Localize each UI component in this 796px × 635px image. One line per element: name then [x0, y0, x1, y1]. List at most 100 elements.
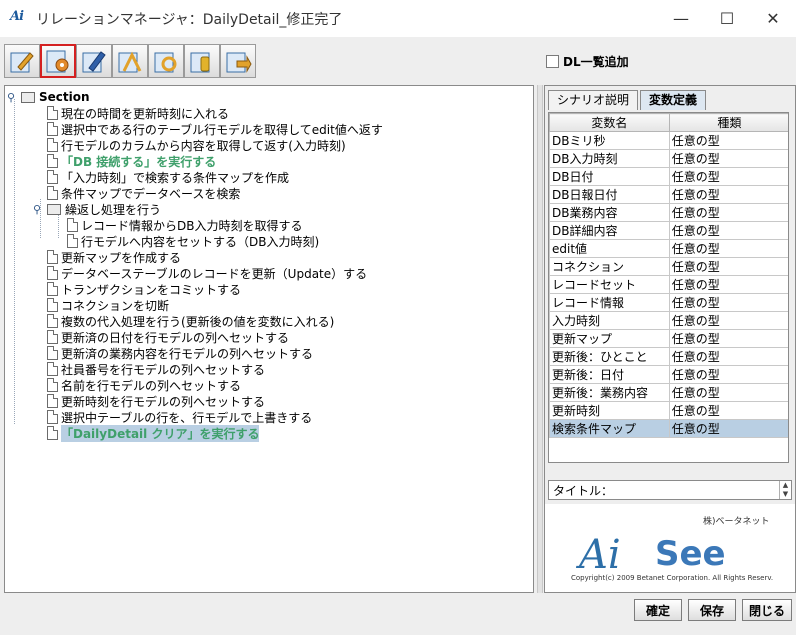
toolbar-edit-button[interactable] [4, 44, 40, 78]
document-icon [47, 314, 58, 328]
toolbar-book-edit-button[interactable] [76, 44, 112, 78]
book-edit-icon [82, 51, 106, 73]
scenario-tree[interactable]: ⚲ Section 現在の時間を更新時刻に入れる 選択中である行のテーブル行モデ… [4, 85, 534, 593]
document-icon [47, 282, 58, 296]
close-button[interactable]: 閉じる [742, 599, 792, 621]
column-header-type[interactable]: 種類 [668, 113, 788, 132]
table-row[interactable]: edit値 任意の型 [549, 239, 788, 258]
tree-root-section[interactable]: ⚲ Section [7, 89, 90, 105]
save-button[interactable]: 保存 [688, 599, 736, 621]
table-row[interactable]: レコード情報 任意の型 [549, 293, 788, 312]
title-label: タイトル： [553, 483, 614, 498]
tree-item[interactable]: 更新済の日付を行モデルの列へセットする [47, 329, 289, 345]
tree-item[interactable]: 選択中テーブルの行を、行モデルで上書きする [47, 409, 312, 425]
table-row[interactable]: 更新後：業務内容 任意の型 [549, 383, 788, 402]
variable-name-cell: DB業務内容 [549, 203, 670, 222]
table-row[interactable]: 検索条件マップ 任意の型 [549, 419, 788, 438]
tab-variable-definition[interactable]: 変数定義 [640, 90, 707, 110]
panel-splitter[interactable] [537, 85, 543, 593]
table-row[interactable]: 更新後：日付 任意の型 [549, 365, 788, 384]
tree-item[interactable]: 「入力時刻」で検索する条件マップを作成 [47, 169, 289, 185]
table-row[interactable]: コネクション 任意の型 [549, 257, 788, 276]
table-row[interactable]: DB入力時刻 任意の型 [549, 149, 788, 168]
checkbox-box[interactable] [546, 55, 559, 68]
document-icon [47, 362, 58, 376]
document-icon [47, 266, 58, 280]
table-row[interactable]: 更新マップ 任意の型 [549, 329, 788, 348]
spinner-icon[interactable]: ▲ ▼ [779, 481, 791, 499]
tree-item[interactable]: 複数の代入処理を行う(更新後の値を変数に入れる) [47, 313, 334, 329]
tree-item[interactable]: データベーステーブルのレコードを更新（Update）する [47, 265, 367, 281]
window-title: リレーションマネージャ：DailyDetail_修正完了 [36, 12, 343, 28]
table-row[interactable]: レコードセット 任意の型 [549, 275, 788, 294]
toolbar-refresh-button[interactable] [148, 44, 184, 78]
variable-name-cell: 更新後：日付 [549, 365, 670, 384]
tab-scenario-description[interactable]: シナリオ説明 [548, 90, 639, 110]
title-field[interactable]: タイトル： ▲ ▼ [548, 480, 792, 500]
toolbar-export-button[interactable] [220, 44, 256, 78]
variable-type-cell: 任意の型 [668, 347, 788, 366]
variable-table[interactable]: 変数名 種類 DBミリ秒 任意の型 DB入力時刻 任意の型 DB日付 任意の型 DB日報日付… [548, 112, 789, 463]
variable-type-cell: 任意の型 [668, 239, 788, 258]
table-row[interactable]: 更新時刻 任意の型 [549, 401, 788, 420]
table-row[interactable]: 入力時刻 任意の型 [549, 311, 788, 330]
variable-name-cell: DB日付 [549, 167, 670, 186]
collapse-toggle-icon[interactable]: ⚲ [7, 91, 19, 104]
variable-type-cell: 任意の型 [668, 293, 788, 312]
tree-item[interactable]: 「DB 接続する」を実行する [47, 153, 216, 169]
tree-item[interactable]: 更新済の業務内容を行モデルの列へセットする [47, 345, 313, 361]
tree-item[interactable]: 社員番号を行モデルの列へセットする [47, 361, 265, 377]
tree-item[interactable]: 現在の時間を更新時刻に入れる [47, 105, 229, 121]
close-window-button[interactable]: ✕ [750, 0, 796, 37]
company-name: 株)ベータネット [703, 517, 770, 527]
variable-type-cell: 任意の型 [668, 275, 788, 294]
toolbar-wizard-button[interactable] [112, 44, 148, 78]
table-row[interactable]: DB業務内容 任意の型 [549, 203, 788, 222]
variable-name-cell: edit値 [549, 239, 670, 258]
app-logo-icon: Ai [10, 9, 24, 24]
variable-type-cell: 任意の型 [668, 365, 788, 384]
table-row[interactable]: DB日報日付 任意の型 [549, 185, 788, 204]
variable-name-cell: 更新後：ひとこと [549, 347, 670, 366]
table-row[interactable]: 更新後：ひとこと 任意の型 [549, 347, 788, 366]
variable-type-cell: 任意の型 [668, 329, 788, 348]
right-panel: シナリオ説明 変数定義 変数名 種類 DBミリ秒 任意の型 DB入力時刻 任意の型 DB… [544, 85, 796, 593]
tree-item[interactable]: トランザクションをコミットする [47, 281, 241, 297]
table-row[interactable]: DB詳細内容 任意の型 [549, 221, 788, 240]
tree-root-label: Section [39, 90, 90, 104]
tree-item[interactable]: 選択中である行のテーブル行モデルを取得してedit値へ返す [47, 121, 383, 137]
client-area: DL一覧追加 ⚲ Section 現在の時間を更新時刻に入れる 選択中である行の… [0, 37, 796, 635]
document-icon [67, 234, 78, 248]
tree-item-loop[interactable]: ⚲ 繰返し処理を行う [33, 201, 161, 217]
tree-item[interactable]: 行モデルへ内容をセットする（DB入力時刻) [67, 233, 319, 249]
dl-list-add-label: DL一覧追加 [563, 55, 629, 69]
tree-item[interactable]: 更新時刻を行モデルの列へセットする [47, 393, 265, 409]
document-icon [47, 378, 58, 392]
maximize-button[interactable]: ☐ [704, 0, 750, 37]
dl-list-add-checkbox[interactable]: DL一覧追加 [546, 53, 629, 70]
tree-item[interactable]: コネクションを切断 [47, 297, 169, 313]
table-row[interactable]: DBミリ秒 任意の型 [549, 131, 788, 150]
tree-item[interactable]: 条件マップでデータベースを検索 [47, 185, 240, 201]
tree-item[interactable]: 更新マップを作成する [47, 249, 181, 265]
tree-item-selected[interactable]: 「DailyDetail クリア」を実行する [47, 424, 260, 442]
document-icon [47, 170, 58, 184]
tree-item[interactable]: 名前を行モデルの列へセットする [47, 377, 241, 393]
toolbar-key-button[interactable] [184, 44, 220, 78]
column-header-variable-name[interactable]: 変数名 [549, 113, 670, 132]
confirm-button[interactable]: 確定 [634, 599, 682, 621]
collapse-toggle-icon[interactable]: ⚲ [33, 203, 45, 216]
variable-type-cell: 任意の型 [668, 419, 788, 438]
refresh-icon [154, 52, 177, 73]
variable-name-cell: レコードセット [549, 275, 670, 294]
document-icon [47, 330, 58, 344]
toolbar-settings-button[interactable] [40, 44, 76, 78]
table-row[interactable]: DB日付 任意の型 [549, 167, 788, 186]
variable-type-cell: 任意の型 [668, 383, 788, 402]
minimize-button[interactable]: — [658, 0, 704, 37]
key-icon [190, 52, 210, 73]
tree-item[interactable]: 行モデルのカラムから内容を取得して返す(入力時刻) [47, 137, 346, 153]
tree-item[interactable]: レコード情報からDB入力時刻を取得する [67, 217, 302, 233]
variable-table-body: DBミリ秒 任意の型 DB入力時刻 任意の型 DB日付 任意の型 DB日報日付 任意の型 DB業… [549, 131, 788, 438]
document-icon [47, 106, 58, 120]
